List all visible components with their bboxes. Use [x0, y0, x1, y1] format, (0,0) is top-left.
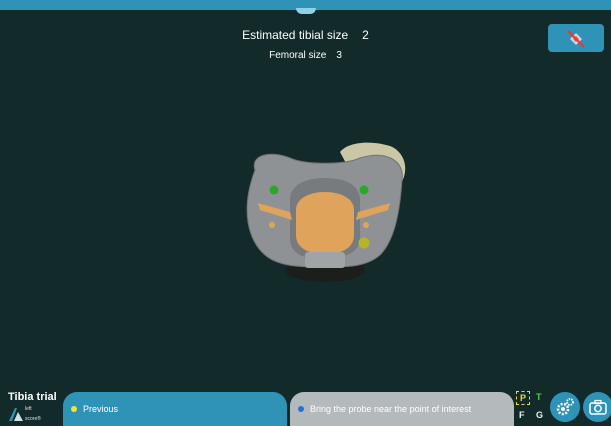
status-message: Bring the probe near the point of intere…	[310, 404, 472, 414]
yellow-marker	[358, 237, 370, 249]
brand-label: score®	[25, 416, 41, 422]
indicator-g: G	[536, 410, 544, 420]
camera-icon	[589, 399, 607, 415]
femoral-size-label: Femoral size	[269, 50, 327, 61]
previous-label: Previous	[83, 404, 119, 414]
app-title: Tibia trial	[8, 391, 57, 403]
visibility-indicators: P T F G	[515, 390, 549, 424]
score-logo-icon	[9, 408, 23, 421]
gear-icon	[556, 398, 574, 416]
settings-button[interactable]	[550, 392, 580, 422]
tibial-size-line: Estimated tibial size 2	[0, 28, 611, 42]
procedure-info: Tibia trial left score®	[0, 389, 64, 426]
status-message-bar: Bring the probe near the point of intere…	[290, 392, 514, 426]
green-marker-right	[359, 185, 369, 195]
green-marker-left	[269, 185, 279, 195]
indicator-t: T	[536, 392, 542, 402]
status-dot-icon	[298, 406, 304, 412]
side-label: left	[25, 406, 32, 412]
tibia-3d-view[interactable]	[230, 140, 420, 290]
screenshot-button[interactable]	[583, 392, 611, 422]
femoral-size-value: 3	[336, 50, 342, 61]
pull-down-handle[interactable]	[296, 8, 316, 14]
insert-front-post	[305, 252, 345, 268]
hide-tool-button[interactable]	[548, 24, 604, 52]
peg-hole-right	[363, 222, 369, 228]
previous-dot-icon	[71, 406, 77, 412]
peg-hole-left	[269, 222, 275, 228]
indicator-f: F	[519, 410, 525, 420]
femoral-size-line: Femoral size 3	[0, 50, 611, 61]
indicator-p: P	[516, 391, 530, 405]
crossed-tool-icon	[567, 30, 585, 48]
previous-button[interactable]: Previous	[63, 392, 287, 426]
tibial-size-value: 2	[362, 28, 369, 42]
bone-cut-surface	[296, 192, 354, 254]
tibial-size-label: Estimated tibial size	[242, 28, 349, 42]
